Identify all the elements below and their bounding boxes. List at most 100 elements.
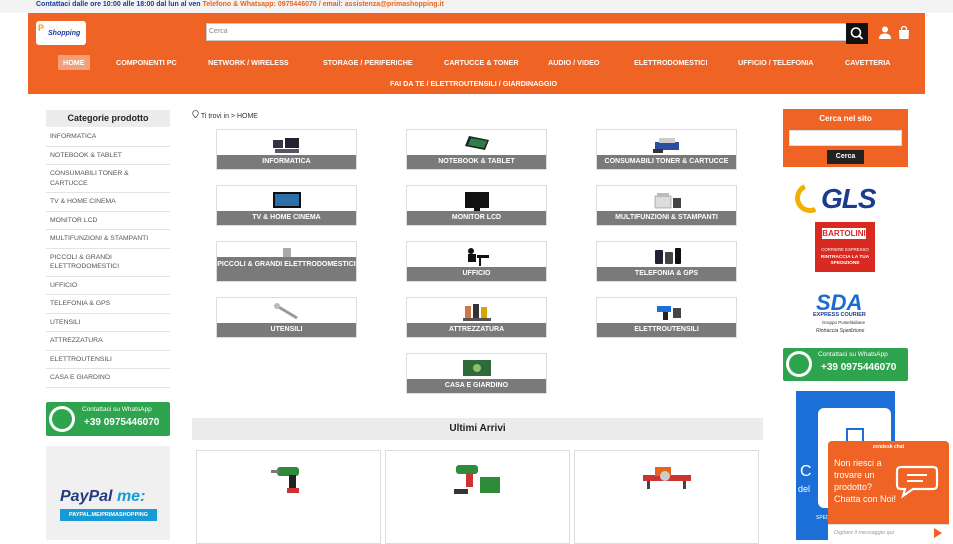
category-tile-consumabili[interactable]: CONSUMABILI TONER & CARTUCCE xyxy=(596,129,737,170)
category-tile-casa-giardino[interactable]: CASA E GIARDINO xyxy=(406,353,547,394)
tile-label: PICCOLI & GRANDI ELETTRODOMESTICI xyxy=(217,257,356,281)
send-icon[interactable] xyxy=(934,528,942,538)
chat-bubble-icon xyxy=(895,465,939,499)
tile-label: CASA E GIARDINO xyxy=(407,379,546,393)
nav-item-cavetteria[interactable]: CAVETTERIA xyxy=(845,58,890,67)
toolset-icon xyxy=(462,304,491,321)
tile-label: MULTIFUNZIONI & STAMPANTI xyxy=(597,211,736,225)
tile-label: UFFICIO xyxy=(407,267,546,281)
chat-message: Non riesci a trovare un prodotto? Chatta… xyxy=(834,458,897,504)
user-icon[interactable] xyxy=(879,26,891,39)
nav-item-storage[interactable]: STORAGE / PERIFERICHE xyxy=(323,58,413,67)
sda-logo[interactable]: SDA EXPRESS COURIER Gruppo Postelitalian… xyxy=(812,290,880,338)
nav-item-elettrodomestici[interactable]: ELETTRODOMESTICI xyxy=(634,58,707,67)
category-tile-elettroutensili[interactable]: ELETTROUTENSILI xyxy=(596,297,737,338)
header-search-input[interactable]: Cerca xyxy=(206,23,868,41)
site-header: P Shopping Cerca HOME COMPONENTI PC NETW… xyxy=(28,13,925,94)
contact-text: Contattaci dalle ore 10:00 alle 18:00 da… xyxy=(36,1,444,8)
category-list: INFORMATICA NOTEBOOK & TABLET CONSUMABIL… xyxy=(46,128,170,388)
category-tile-utensili[interactable]: UTENSILI xyxy=(216,297,357,338)
sidebar-item-notebook[interactable]: NOTEBOOK & TABLET xyxy=(46,147,170,165)
nav-item-network[interactable]: NETWORK / WIRELESS xyxy=(208,58,289,67)
sidebar-title: Categorie prodotto xyxy=(46,110,170,127)
sidebar-item-telefonia[interactable]: TELEFONIA & GPS xyxy=(46,295,170,314)
category-tile-tv[interactable]: TV & HOME CINEMA xyxy=(216,185,357,226)
whatsapp-number: +39 0975446070 xyxy=(84,417,160,428)
garden-icon xyxy=(462,360,491,376)
site-search-title: Cerca nel sito xyxy=(819,114,872,123)
right-whatsapp-button[interactable]: Contattaci su WhatsApp +39 0975446070 xyxy=(783,348,908,381)
tv-icon xyxy=(272,192,301,208)
nav-item-fai-da-te[interactable]: FAI DA TE / ELETTROUTENSILI / GIARDINAGG… xyxy=(390,79,557,88)
product-card[interactable] xyxy=(574,450,759,544)
sidebar-item-consumabili[interactable]: CONSUMABILI TONER & CARTUCCE xyxy=(46,165,170,193)
main-nav: HOME COMPONENTI PC NETWORK / WIRELESS ST… xyxy=(28,51,925,94)
bartolini-sub: CORRIERE ESPRESSO xyxy=(821,247,869,252)
tile-label: INFORMATICA xyxy=(217,155,356,169)
category-tile-notebook[interactable]: NOTEBOOK & TABLET xyxy=(406,129,547,170)
site-search-button[interactable]: Cerca xyxy=(827,150,864,164)
site-search-input[interactable] xyxy=(789,130,902,146)
tile-label: ATTREZZATURA xyxy=(407,323,546,337)
site-logo[interactable]: P Shopping xyxy=(36,21,86,45)
sidebar-item-utensili[interactable]: UTENSILI xyxy=(46,314,170,332)
contact-hours: Contattaci dalle ore 10:00 alle 18:00 da… xyxy=(36,1,201,8)
app-banner-text: C xyxy=(800,463,812,480)
sidebar-item-elettrodomestici[interactable]: PICCOLI & GRANDI ELETTRODOMESTICI xyxy=(46,249,170,277)
breadcrumb-text[interactable]: Ti trovi in > HOME xyxy=(201,113,258,120)
sidebar-item-attrezzatura[interactable]: ATTREZZATURA xyxy=(46,332,170,351)
chat-title: zendesk chat xyxy=(872,444,905,450)
location-pin-icon xyxy=(192,110,199,119)
sidebar-item-casa-giardino[interactable]: CASA E GIARDINO xyxy=(46,369,170,388)
category-tile-attrezzatura[interactable]: ATTREZZATURA xyxy=(406,297,547,338)
paypal-logo: PayPal me: xyxy=(60,488,145,506)
product-card[interactable] xyxy=(385,450,570,544)
bartolini-track: RINTRACCIA LA TUA SPEDIZIONE xyxy=(820,255,870,266)
sda-group: Gruppo Postelitaliane xyxy=(822,320,866,325)
zendesk-chat-widget[interactable]: zendesk chat Non riesci a trovare un pro… xyxy=(828,441,949,541)
printer-icon xyxy=(654,193,681,209)
wrench-icon xyxy=(273,303,298,320)
category-tile-elettrodomestici[interactable]: PICCOLI & GRANDI ELETTRODOMESTICI xyxy=(216,241,357,282)
logo-word: Shopping xyxy=(48,30,81,37)
bartolini-logo[interactable]: BARTOLINI CORRIERE ESPRESSO RINTRACCIA L… xyxy=(815,222,875,272)
category-tile-ufficio[interactable]: UFFICIO xyxy=(406,241,547,282)
nav-item-ufficio[interactable]: UFFICIO / TELEFONIA xyxy=(738,58,813,67)
whatsapp-label: Contattaci su WhatsApp xyxy=(82,406,152,413)
whatsapp-icon xyxy=(786,351,812,377)
category-tile-multifunzioni[interactable]: MULTIFUNZIONI & STAMPANTI xyxy=(596,185,737,226)
sidebar-item-monitor[interactable]: MONITOR LCD xyxy=(46,212,170,230)
chat-input[interactable]: Digitare il messaggio qui xyxy=(828,524,949,541)
printer-cartridge-icon xyxy=(652,138,679,153)
nav-item-home[interactable]: HOME xyxy=(58,55,90,70)
header-search-button[interactable] xyxy=(846,23,868,44)
sidebar-item-multifunzioni[interactable]: MULTIFUNZIONI & STAMPANTI xyxy=(46,230,170,249)
sda-track: Rintraccia Spedizione xyxy=(816,328,865,334)
tile-label: TV & HOME CINEMA xyxy=(217,211,356,225)
sidebar-item-tv[interactable]: TV & HOME CINEMA xyxy=(46,193,170,212)
sidebar-whatsapp-button[interactable]: Contattaci su WhatsApp +39 0975446070 xyxy=(46,402,170,436)
sidebar-item-ufficio[interactable]: UFFICIO xyxy=(46,277,170,295)
sidebar-item-informatica[interactable]: INFORMATICA xyxy=(46,128,170,147)
sidebar-item-elettroutensili[interactable]: ELETTROUTENSILI xyxy=(46,351,170,369)
shopping-bag-icon[interactable] xyxy=(898,26,910,39)
paypal-logo-pay: PayPal xyxy=(60,488,113,505)
nav-item-audio-video[interactable]: AUDIO / VIDEO xyxy=(548,58,600,67)
breadcrumb: Ti trovi in > HOME xyxy=(192,110,258,120)
sda-sub: EXPRESS COURIER xyxy=(813,312,866,318)
category-tile-telefonia[interactable]: TELEFONIA & GPS xyxy=(596,241,737,282)
tile-label: TELEFONIA & GPS xyxy=(597,267,736,281)
tile-label: CONSUMABILI TONER & CARTUCCE xyxy=(597,155,736,169)
search-placeholder: Cerca xyxy=(209,28,228,35)
drill-icon xyxy=(271,467,299,493)
category-tile-informatica[interactable]: INFORMATICA xyxy=(216,129,357,170)
site-search-box: Cerca nel sito Cerca xyxy=(783,109,908,167)
product-card[interactable] xyxy=(196,450,381,544)
nav-item-cartucce[interactable]: CARTUCCE & TONER xyxy=(444,58,519,67)
gls-logo[interactable]: GLS xyxy=(790,178,877,218)
paypal-me-banner[interactable]: PayPal me: PAYPAL.ME/PRIMASHOPPING xyxy=(46,446,170,540)
category-tile-monitor[interactable]: MONITOR LCD xyxy=(406,185,547,226)
app-banner-subtext: del xyxy=(798,484,811,494)
contact-phone-email[interactable]: Telefono & Whatsapp: 0975446070 / email:… xyxy=(203,1,444,8)
nav-item-componenti-pc[interactable]: COMPONENTI PC xyxy=(116,58,177,67)
